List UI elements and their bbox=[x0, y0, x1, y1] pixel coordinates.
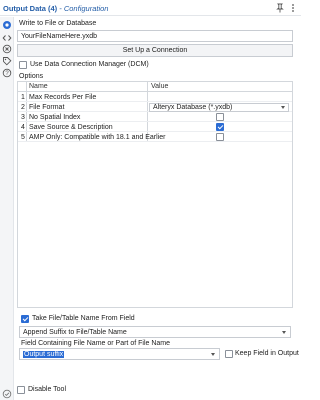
chevron-down-icon bbox=[281, 106, 285, 109]
keep-field-label: Keep Field in Output bbox=[235, 350, 299, 357]
amp-compatible-checkbox[interactable] bbox=[216, 133, 224, 141]
more-vertical-icon[interactable] bbox=[288, 3, 298, 13]
tool-name: Output Data (4) bbox=[3, 4, 58, 13]
take-name-label: Take File/Table Name From Field bbox=[32, 315, 135, 322]
options-label: Options bbox=[19, 73, 44, 80]
setup-connection-button[interactable]: Set Up a Connection bbox=[17, 44, 293, 57]
file-format-select-wrap: Alteryx Database (*.yxdb) bbox=[149, 103, 289, 112]
option-name: No Spatial Index bbox=[29, 114, 81, 121]
table-row[interactable]: 4 Save Source & Description bbox=[18, 123, 292, 132]
table-row[interactable]: 1 Max Records Per File bbox=[18, 93, 292, 102]
take-name-checkbox[interactable] bbox=[21, 315, 29, 323]
panel-title: Output Data (4) - Configuration bbox=[3, 4, 108, 13]
option-name: AMP Only: Compatible with 18.1 and Earli… bbox=[29, 134, 166, 141]
row-number: 5 bbox=[21, 134, 25, 141]
keep-field-checkbox[interactable] bbox=[225, 350, 233, 358]
name-mode-value: Append Suffix to File/Table Name bbox=[23, 329, 127, 336]
dcm-checkbox[interactable] bbox=[19, 61, 27, 69]
name-column-header: Name bbox=[29, 83, 48, 90]
field-select-value: Output suffix bbox=[23, 351, 65, 358]
tag-icon[interactable] bbox=[2, 56, 12, 66]
row-number: 3 bbox=[21, 114, 25, 121]
table-row[interactable]: 5 AMP Only: Compatible with 18.1 and Ear… bbox=[18, 133, 292, 142]
option-name: File Format bbox=[29, 104, 65, 111]
chevron-down-icon bbox=[282, 331, 286, 334]
chevron-down-icon bbox=[211, 353, 215, 356]
circle-x-icon[interactable] bbox=[2, 44, 12, 54]
file-format-value: Alteryx Database (*.yxdb) bbox=[153, 104, 233, 111]
options-header: Name Value bbox=[18, 82, 292, 92]
dcm-checkbox-label: Use Data Connection Manager (DCM) bbox=[30, 61, 149, 68]
panel-subtitle: - Configuration bbox=[59, 4, 109, 13]
no-spatial-index-checkbox[interactable] bbox=[216, 113, 224, 121]
file-path-input[interactable]: YourFileNameHere.yxdb bbox=[17, 30, 293, 42]
disable-tool-checkbox[interactable] bbox=[17, 386, 25, 394]
field-select[interactable]: Output suffix bbox=[19, 348, 220, 360]
row-number: 4 bbox=[21, 124, 25, 131]
value-column-header: Value bbox=[151, 83, 169, 90]
max-records-input[interactable] bbox=[149, 93, 289, 102]
left-rail: ? bbox=[0, 17, 14, 400]
pin-icon[interactable] bbox=[275, 3, 285, 13]
option-name: Max Records Per File bbox=[29, 94, 97, 101]
row-number: 1 bbox=[21, 94, 25, 101]
row-number: 2 bbox=[21, 104, 25, 111]
save-source-checkbox[interactable] bbox=[216, 123, 224, 131]
check-circle-icon bbox=[2, 389, 12, 399]
title-bar: Output Data (4) - Configuration bbox=[0, 0, 301, 16]
option-name: Save Source & Description bbox=[29, 124, 113, 131]
options-grid: Name Value 1 Max Records Per File 2 File… bbox=[17, 81, 293, 308]
help-icon[interactable]: ? bbox=[2, 68, 12, 78]
field-containing-label: Field Containing File Name or Part of Fi… bbox=[21, 340, 171, 347]
table-row[interactable]: 3 No Spatial Index bbox=[18, 113, 292, 122]
code-icon[interactable] bbox=[2, 33, 12, 43]
write-to-label: Write to File or Database bbox=[19, 20, 97, 27]
gear-icon[interactable] bbox=[2, 20, 12, 30]
name-mode-select[interactable]: Append Suffix to File/Table Name bbox=[19, 326, 291, 338]
table-row[interactable]: 2 File Format Alteryx Database (*.yxdb) bbox=[18, 103, 292, 112]
file-format-select[interactable]: Alteryx Database (*.yxdb) bbox=[149, 103, 289, 112]
disable-tool-label: Disable Tool bbox=[28, 386, 67, 393]
